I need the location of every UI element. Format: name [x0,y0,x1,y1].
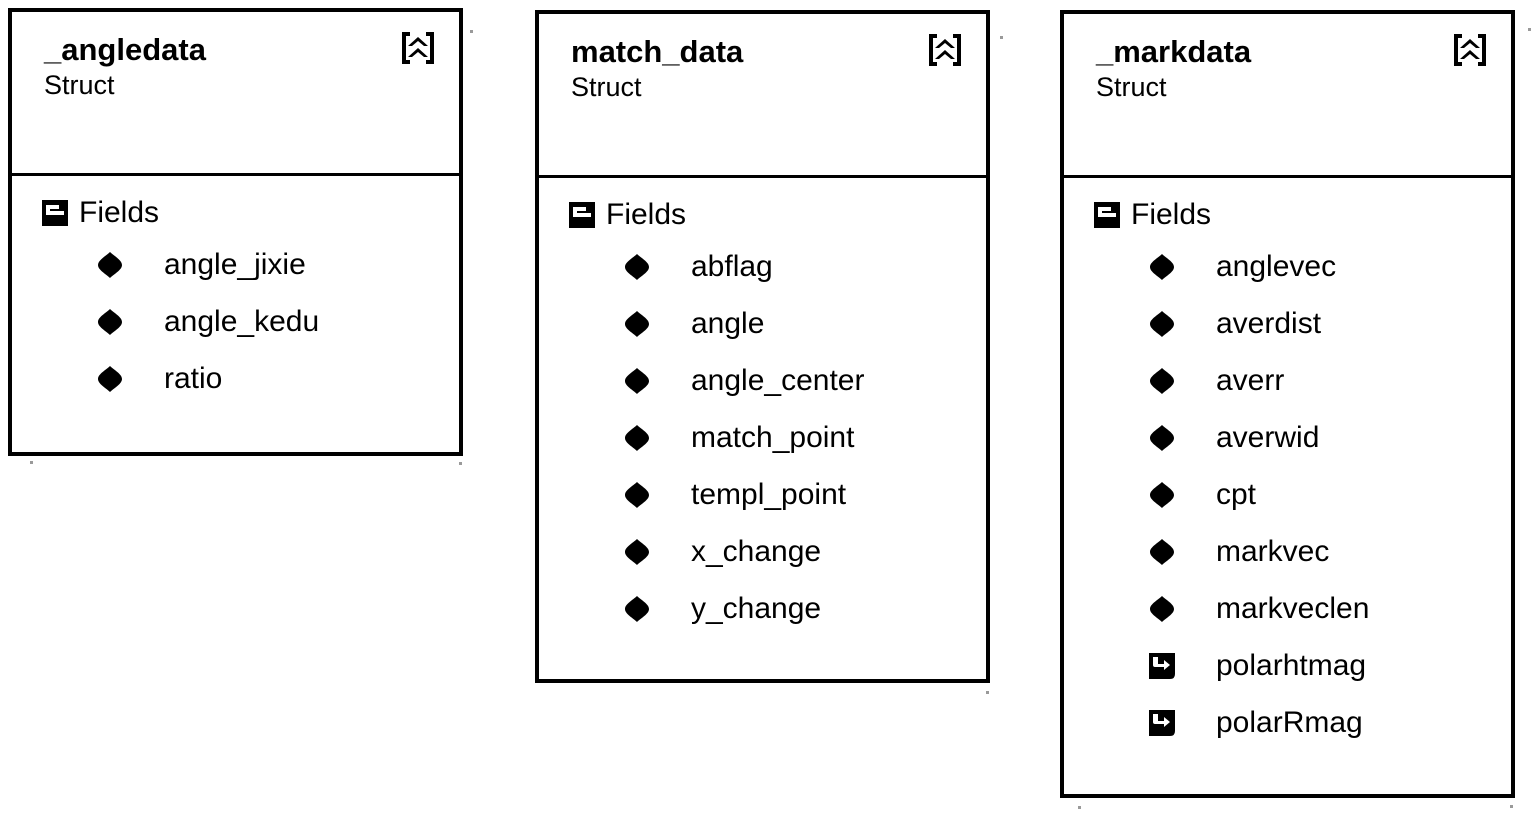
card-header: _markdata Struct [1064,14,1511,178]
field-diamond-icon [623,367,651,395]
fields-compartment: Fields anglevec averdist averr averwid c… [1064,178,1511,794]
field-name: ratio [164,361,223,395]
fields-group-icon [1094,202,1120,228]
fields-group-label: Fields [79,196,160,229]
field-name: angle_jixie [164,247,306,281]
field-name: angle_kedu [164,304,320,338]
field-row[interactable]: match_point [539,409,986,466]
scan-artifact [459,462,462,465]
field-row[interactable]: polarhtmag [1064,637,1511,694]
property-square-icon [1148,652,1176,680]
field-name: match_point [691,420,855,454]
field-row[interactable]: angle_kedu [12,293,459,350]
diagram-canvas: _angledata Struct Fields angle_jixie ang… [0,0,1539,826]
fields-group-label: Fields [606,198,687,231]
fields-group-header[interactable]: Fields [539,192,986,238]
field-diamond-icon [623,481,651,509]
field-row[interactable]: polarRmag [1064,694,1511,751]
field-name: polarhtmag [1216,648,1367,682]
field-row[interactable]: anglevec [1064,238,1511,295]
field-row[interactable]: averr [1064,352,1511,409]
scan-artifact [1078,806,1081,809]
field-name: angle_center [691,363,865,397]
field-row[interactable]: abflag [539,238,986,295]
fields-group-header[interactable]: Fields [1064,192,1511,238]
struct-stereotype: Struct [1096,71,1167,102]
scan-artifact [470,30,473,33]
card-header: _angledata Struct [12,12,459,176]
field-list-markdata: anglevec averdist averr averwid cpt mark… [1064,238,1511,751]
field-row[interactable]: averwid [1064,409,1511,466]
field-diamond-icon [1148,310,1176,338]
field-diamond-icon [1148,481,1176,509]
scan-artifact [30,461,33,464]
field-name: averwid [1216,420,1320,454]
field-list-angledata: angle_jixie angle_kedu ratio [12,236,459,407]
field-diamond-icon [1148,424,1176,452]
field-diamond-icon [623,538,651,566]
property-square-icon [1148,709,1176,737]
fields-group-icon [42,200,68,226]
struct-title: _markdata [1096,34,1252,69]
field-row[interactable]: angle_jixie [12,236,459,293]
field-diamond-icon [623,424,651,452]
field-name: markvec [1216,534,1330,568]
fields-group-header[interactable]: Fields [12,190,459,236]
field-name: abflag [691,249,773,283]
field-name: averr [1216,363,1285,397]
field-row[interactable]: cpt [1064,466,1511,523]
field-name: anglevec [1216,249,1337,283]
scan-artifact [1000,36,1003,39]
field-name: markveclen [1216,591,1370,625]
double-chevron-up-icon[interactable] [926,32,964,70]
field-diamond-icon [96,365,124,393]
field-diamond-icon [1148,367,1176,395]
fields-compartment: Fields angle_jixie angle_kedu ratio [12,176,459,452]
field-row[interactable]: y_change [539,580,986,637]
fields-compartment: Fields abflag angle angle_center match_p… [539,178,986,679]
field-diamond-icon [96,308,124,336]
field-name: y_change [691,591,822,625]
field-diamond-icon [623,595,651,623]
scan-artifact [986,691,989,694]
field-row[interactable]: angle [539,295,986,352]
struct-card-angledata[interactable]: _angledata Struct Fields angle_jixie ang… [8,8,463,456]
field-name: angle [691,306,765,340]
field-row[interactable]: markvec [1064,523,1511,580]
field-row[interactable]: x_change [539,523,986,580]
fields-group-icon [569,202,595,228]
field-diamond-icon [96,251,124,279]
double-chevron-up-icon[interactable] [1451,32,1489,70]
field-diamond-icon [623,310,651,338]
field-name: templ_point [691,477,847,511]
field-diamond-icon [1148,595,1176,623]
field-name: averdist [1216,306,1322,340]
field-list-match-data: abflag angle angle_center match_point te… [539,238,986,637]
field-row[interactable]: markveclen [1064,580,1511,637]
field-row[interactable]: templ_point [539,466,986,523]
field-name: x_change [691,534,822,568]
field-diamond-icon [1148,253,1176,281]
field-row[interactable]: averdist [1064,295,1511,352]
struct-title: _angledata [44,32,206,67]
field-diamond-icon [623,253,651,281]
field-name: polarRmag [1216,705,1363,739]
scan-artifact [1528,28,1531,31]
struct-card-match-data[interactable]: match_data Struct Fields abflag angle an… [535,10,990,683]
fields-group-label: Fields [1131,198,1212,231]
struct-stereotype: Struct [571,71,642,102]
field-diamond-icon [1148,538,1176,566]
field-row[interactable]: angle_center [539,352,986,409]
field-name: cpt [1216,477,1257,511]
struct-title: match_data [571,34,744,69]
scan-artifact [1510,805,1513,808]
struct-stereotype: Struct [44,69,115,100]
card-header: match_data Struct [539,14,986,178]
struct-card-markdata[interactable]: _markdata Struct Fields anglevec averdis… [1060,10,1515,798]
field-row[interactable]: ratio [12,350,459,407]
double-chevron-up-icon[interactable] [399,30,437,68]
